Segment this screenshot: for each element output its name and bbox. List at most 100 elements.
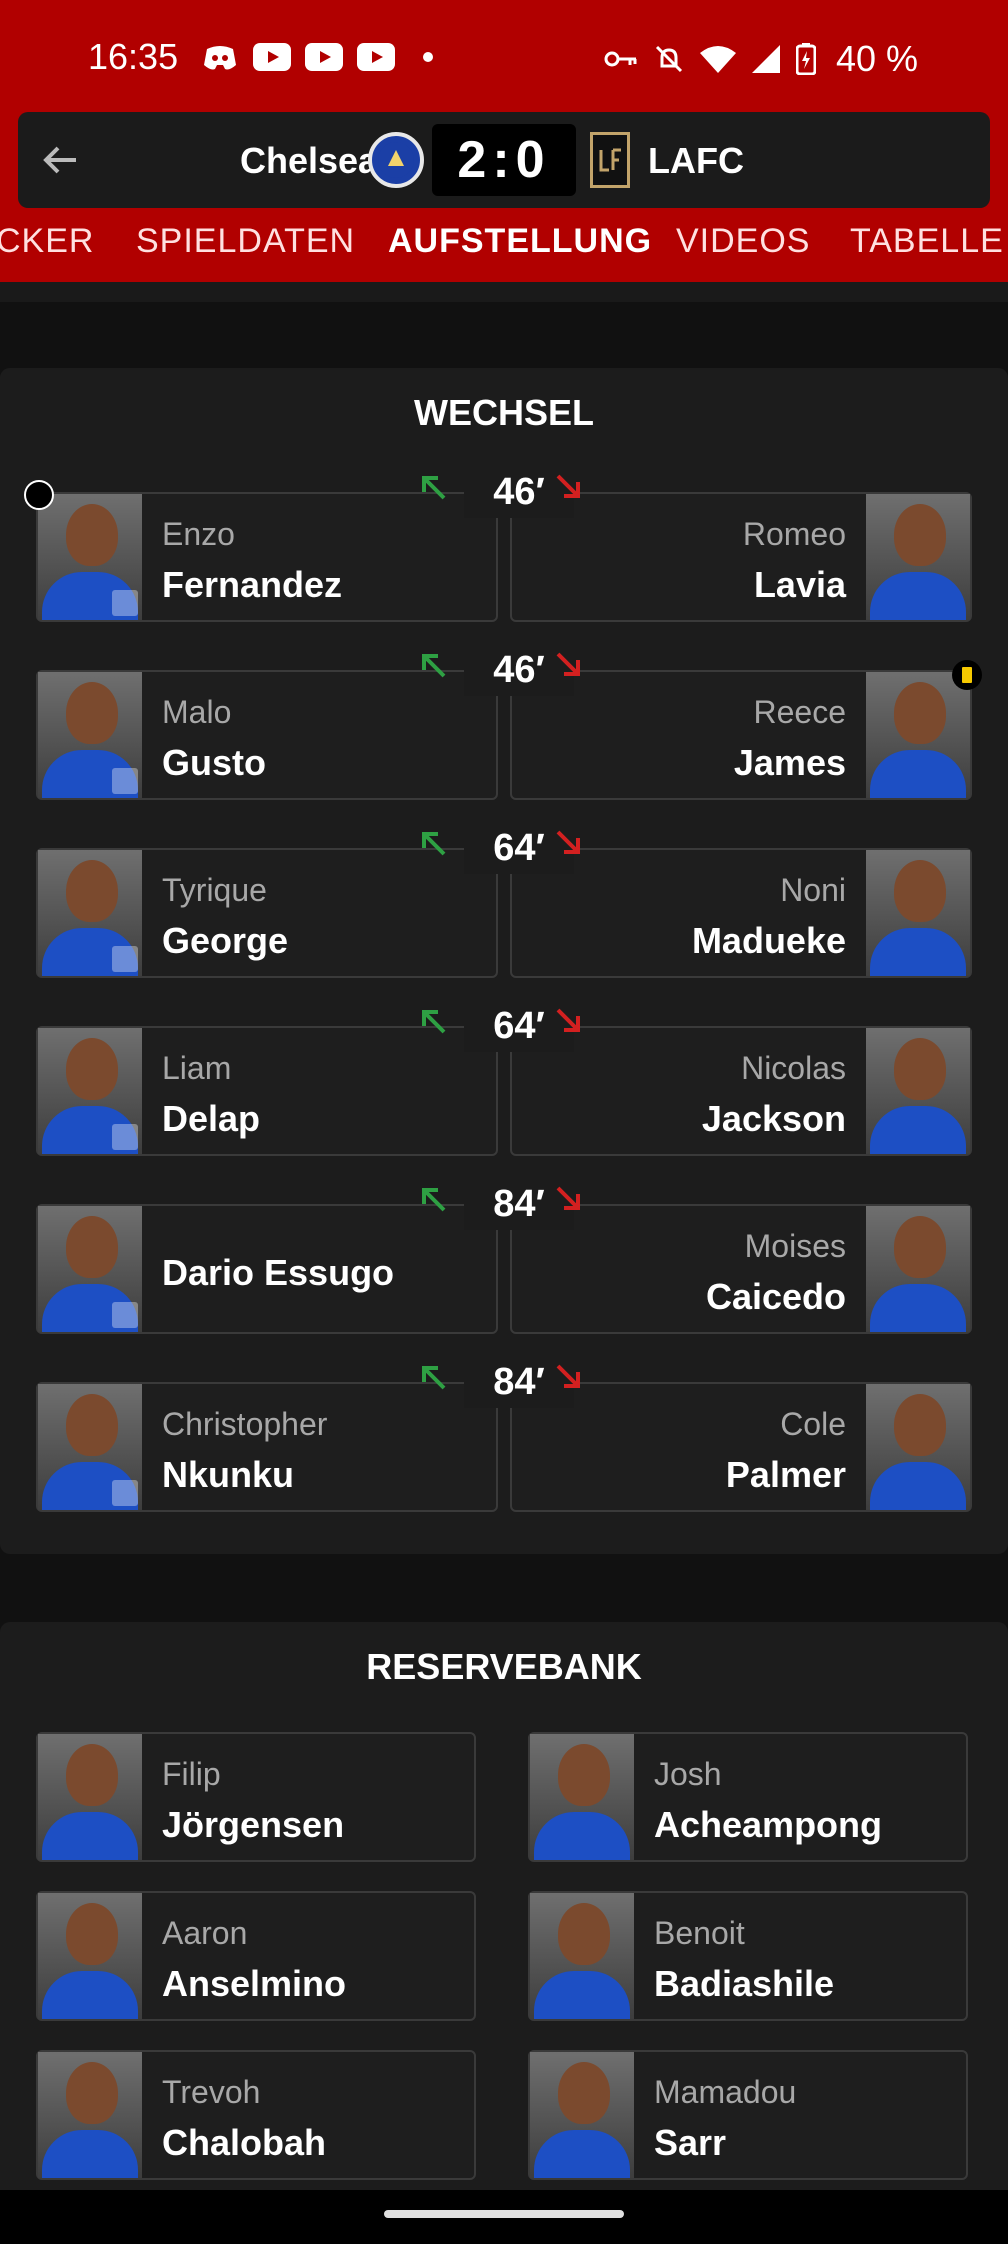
stats-icon[interactable] [112,768,138,794]
sub-out-arrow-icon [556,652,580,676]
youtube-icon [304,40,344,74]
divider-line [596,1382,860,1384]
sub-in-arrow-icon [422,476,446,500]
player-in-first-name: Liam [162,1050,232,1086]
tab-ticker[interactable]: CKER [0,222,94,261]
back-arrow-icon [43,146,76,174]
home-gesture-handle[interactable] [384,2210,624,2218]
mute-icon [655,45,682,73]
player-photo [38,1734,142,1860]
home-team-name[interactable]: Chelsea [240,140,378,182]
tab-videos[interactable]: VIDEOS [676,222,810,261]
discord-icon [200,40,240,74]
section-divider [0,282,1008,302]
divider-line [596,670,860,672]
sub-out-arrow-icon [556,1008,580,1032]
bench-first-name: Benoit [654,1915,745,1951]
sub-out-arrow-icon [556,1186,580,1210]
sub-in-arrow-icon [422,832,446,856]
stats-icon[interactable] [112,946,138,972]
player-photo [38,1893,142,2019]
divider-line [148,492,448,494]
sub-in-arrow-icon [422,1188,446,1212]
match-score-bar: Chelsea 2 : 0 LAFC [18,112,990,208]
player-out-first-name: Romeo [742,516,846,552]
stats-icon[interactable] [112,1302,138,1328]
battery-charging-icon [795,43,816,75]
head [558,1903,610,1965]
tab-aufstellung[interactable]: AUFSTELLUNG [388,222,652,261]
divider-line [596,848,860,850]
sub-in-arrow-icon [422,654,446,678]
bench-last-name: Badiashile [654,1963,835,2004]
player-out-first-name: Cole [780,1406,846,1442]
more-dot-icon [408,40,448,74]
bench-player-card[interactable]: Filip Jörgensen [36,1732,476,1862]
bench-player-card[interactable]: Trevoh Chalobah [36,2050,476,2180]
youtube-icon [356,40,396,74]
divider-line [148,1026,448,1028]
status-bar: 16:35 40 % [0,0,1008,112]
bench-last-name: Acheampong [654,1804,883,1845]
bench-player-card[interactable]: Aaron Anselmino [36,1891,476,2021]
player-photo [530,2052,634,2178]
player-photo [38,2052,142,2178]
divider-line [596,1026,860,1028]
stats-icon[interactable] [112,1124,138,1150]
divider-line [148,670,448,672]
player-out-first-name: Noni [780,872,846,908]
divider-line [148,848,448,850]
sub-in-arrow-icon [422,1366,446,1390]
sub-in-arrow-icon [422,1010,446,1034]
stats-icon[interactable] [112,590,138,616]
bench-last-name: Chalobah [162,2122,327,2163]
bench-first-name: Trevoh [162,2074,261,2110]
key-icon [604,51,637,67]
player-photo [530,1893,634,2019]
head [66,1744,118,1806]
player-out-first-name: Reece [753,694,847,730]
substitution-row: Liam Delap Nicolas Jackson 64′ [36,1000,972,1156]
wifi-icon [699,46,736,73]
stats-icon[interactable] [112,1480,138,1506]
battery-percentage: 40 % [835,38,918,79]
player-photo [530,1734,634,1860]
head [66,1903,118,1965]
navigation-bar [0,2190,1008,2244]
sub-out-arrow-icon [556,1364,580,1388]
bench-first-name: Filip [162,1756,221,1792]
cell-signal-icon [751,45,780,73]
head [66,2062,118,2124]
player-out-last-name: James [733,742,846,783]
player-out-last-name: Palmer [725,1454,846,1495]
score-separator: : [492,131,516,189]
lafc-crest-icon [590,132,630,188]
player-out-last-name: Jackson [701,1098,846,1139]
substitution-minute-bar: 64′ [36,1000,972,1052]
back-button[interactable] [36,136,84,184]
notification-icons [200,40,448,74]
substitution-row: Malo Gusto Reece James 46′ [36,644,982,800]
bench-player-card[interactable]: Mamadou Sarr [528,2050,968,2180]
score-home: 2 [457,131,493,189]
divider-line [596,1204,860,1206]
bench-player-card[interactable]: Josh Acheampong [528,1732,968,1862]
score: 2 : 0 [432,124,576,196]
head [558,2062,610,2124]
player-in-last-name: Fernandez [162,564,343,605]
away-team-name[interactable]: LAFC [648,140,744,182]
player-in-first-name: Christopher [162,1406,328,1442]
player-in-first-name: Tyrique [162,872,267,908]
player-out-last-name: Lavia [753,564,846,605]
bench-player-card[interactable]: Benoit Badiashile [528,1891,968,2021]
chelsea-crest-icon [368,132,424,188]
player-out-last-name: Madueke [691,920,846,961]
tab-tabelle[interactable]: TABELLE [850,222,1004,261]
player-in-first-name: Malo [162,694,232,730]
bench-last-name: Anselmino [162,1963,347,2004]
system-icons: 40 % [604,38,918,80]
tab-bar: CKER SPIELDATEN AUFSTELLUNG VIDEOS TABEL… [0,216,1008,282]
tab-spieldaten[interactable]: SPIELDATEN [136,222,355,261]
substitution-row: Tyrique George Noni Madueke 64′ [36,822,972,978]
status-time: 16:35 [88,36,179,77]
